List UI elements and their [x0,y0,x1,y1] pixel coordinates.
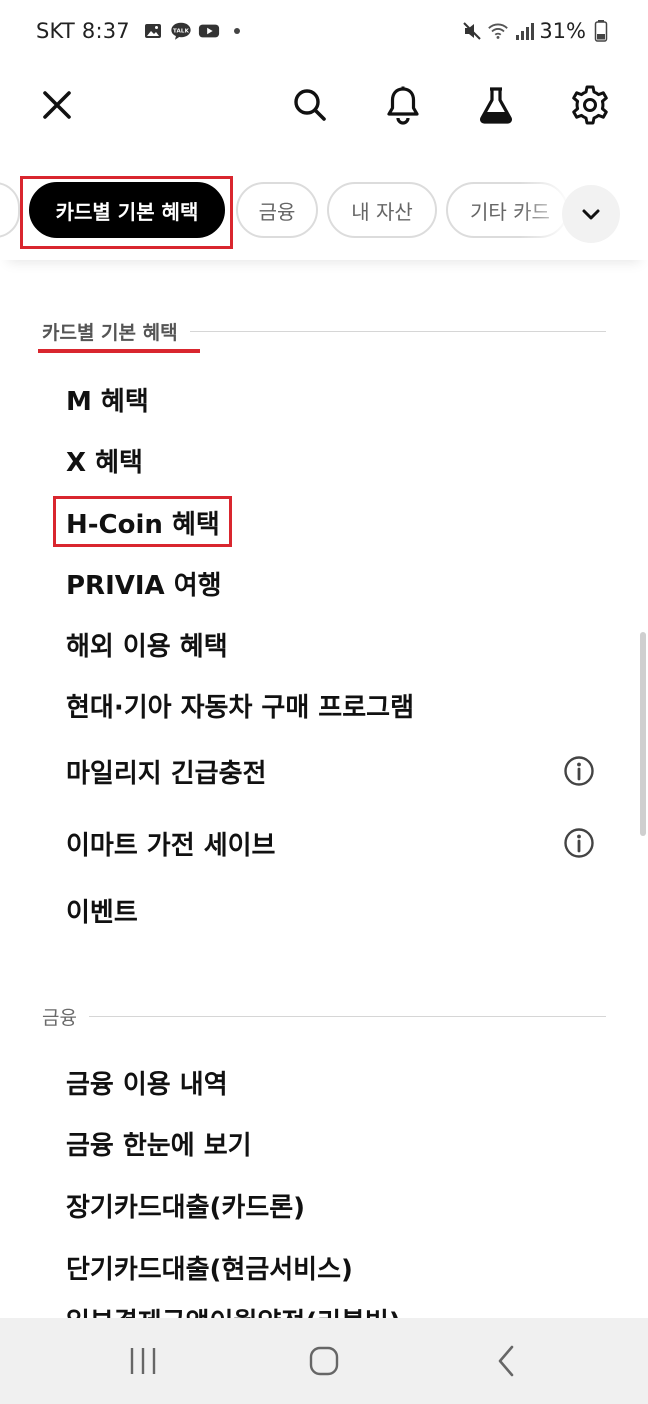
status-bar: SKT 8:37 TALK 31% [0,0,648,62]
close-icon [43,91,71,119]
recents-icon [130,1348,156,1374]
menu-item-overseas-benefit[interactable]: 해외 이용 혜택 [66,619,596,669]
home-icon [309,1346,339,1376]
status-right: 31% [461,16,612,46]
menu-item-label: 마일리지 긴급충전 [66,758,267,789]
mute-icon [461,20,483,42]
dot-icon [226,20,248,42]
menu-item-label: 이마트 가전 세이브 [66,830,276,861]
highlight-box-chip [20,176,233,249]
chip-previous-partial[interactable] [0,182,20,238]
youtube-icon [198,20,220,42]
gallery-icon [142,20,164,42]
wifi-icon [487,20,509,42]
svg-text:TALK: TALK [173,28,190,34]
top-toolbar [0,62,648,152]
menu-item-privia-travel[interactable]: PRIVIA 여행 [66,558,596,608]
section-title: 카드별 기본 혜택 [42,321,178,344]
menu-item-mileage-charge[interactable]: 마일리지 긴급충전 [66,746,596,796]
battery-label: 31% [539,19,586,43]
expand-chips-button[interactable] [562,185,620,243]
back-button[interactable] [476,1338,536,1384]
back-icon [498,1345,514,1377]
menu-item-label: 장기카드대출(카드론) [66,1192,306,1223]
signal-icon [513,20,535,42]
bell-icon [387,86,419,125]
menu-item-finance-overview[interactable]: 금융 한눈에 보기 [66,1118,596,1168]
section-divider [189,330,606,332]
menu-item-label: X 혜택 [66,447,143,478]
menu-item-finance-history[interactable]: 금융 이용 내역 [66,1057,596,1107]
section-header-finance: 금융 [42,1001,606,1031]
menu-item-label: 단기카드대출(현금서비스) [66,1254,353,1285]
section-underline [38,349,200,353]
menu-item-label: PRIVIA 여행 [66,570,222,601]
section-header-card-benefits: 카드별 기본 혜택 [42,316,606,346]
chevron-down-icon [582,209,600,220]
menu-item-emart-save[interactable]: 이마트 가전 세이브 [66,818,596,868]
menu-item-event[interactable]: 이벤트 [66,885,596,935]
status-left: SKT 8:37 TALK [36,16,248,46]
gear-icon [572,85,608,125]
highlight-box-item [53,496,232,547]
menu-item-m-benefit[interactable]: M 혜택 [66,374,596,424]
home-button[interactable] [294,1338,354,1384]
menu-item-label: 해외 이용 혜택 [66,631,228,662]
section-title: 금융 [42,1006,77,1029]
info-icon[interactable] [562,826,596,860]
menu-item-x-benefit[interactable]: X 혜택 [66,435,596,485]
section-divider [88,1015,606,1017]
chip-my-assets[interactable]: 내 자산 [327,182,437,238]
carrier-label: SKT [36,19,75,43]
search-button[interactable] [282,77,338,133]
notifications-button[interactable] [375,77,431,133]
menu-item-label: 금융 이용 내역 [66,1069,228,1100]
lab-button[interactable] [468,77,524,133]
system-nav-bar [0,1318,648,1404]
menu-item-car-purchase-program[interactable]: 현대·기아 자동차 구매 프로그램 [66,680,596,730]
flask-icon [480,87,512,124]
settings-button[interactable] [562,77,618,133]
menu-item-cash-service[interactable]: 단기카드대출(현금서비스) [66,1242,596,1292]
status-time: 8:37 [81,19,130,43]
chip-finance[interactable]: 금융 [236,182,318,238]
menu-item-label: 현대·기아 자동차 구매 프로그램 [66,692,414,723]
battery-icon [590,20,612,42]
menu-item-card-loan[interactable]: 장기카드대출(카드론) [66,1180,596,1230]
menu-item-label: 금융 한눈에 보기 [66,1130,252,1161]
info-icon[interactable] [562,754,596,788]
recents-button[interactable] [113,1338,173,1384]
scrollbar[interactable] [640,632,646,836]
search-icon [294,89,326,121]
menu-item-label: 이벤트 [66,897,138,928]
close-button[interactable] [29,77,85,133]
kakaotalk-icon: TALK [170,20,192,42]
menu-item-label: M 혜택 [66,386,149,417]
